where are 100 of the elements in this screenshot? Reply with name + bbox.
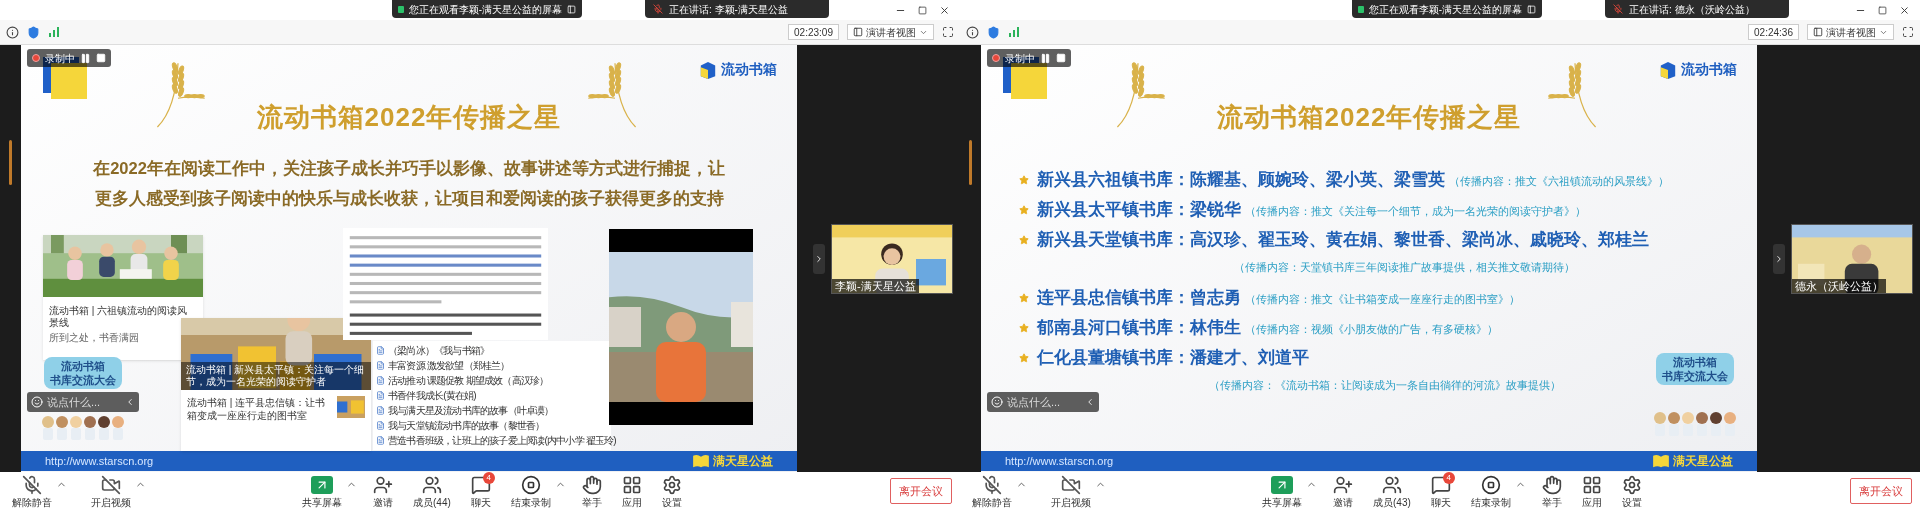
apps-icon — [1581, 474, 1602, 495]
add-person-icon — [1333, 474, 1353, 495]
article-link[interactable]: 书香伴我成长(黄在娟) — [388, 390, 476, 401]
expand-tab[interactable] — [813, 243, 825, 274]
chat-input[interactable]: 说点什么... — [987, 392, 1099, 412]
article-link[interactable]: 丰富资源 激发欲望（郑桂兰） — [388, 360, 510, 371]
panel-icon — [1813, 27, 1823, 37]
chat-input[interactable]: 说点什么... — [27, 392, 139, 412]
book-box-icon — [1659, 59, 1677, 80]
chevron-right-icon — [1774, 253, 1784, 264]
content-note: （传播内容：视频《小朋友做的广告，有多硬核》） — [1245, 322, 1498, 337]
toolbar-button[interactable]: 设置 — [1617, 474, 1646, 508]
pause-icon[interactable] — [80, 52, 91, 64]
toolbar-button[interactable]: 邀请 — [1329, 474, 1357, 508]
toolbar-button[interactable]: 结束录制 — [506, 474, 555, 508]
chat-placeholder: 说点什么... — [1007, 394, 1062, 410]
document-icon — [376, 361, 385, 370]
book-icon — [692, 454, 710, 468]
toolbar-button[interactable]: 成员(44) — [409, 474, 455, 508]
share-banner-text: 您正在观看李颖-满天星公益的屏幕 — [408, 2, 562, 17]
toolbar-button[interactable]: 邀请 — [369, 474, 397, 508]
toolbar-button[interactable]: 应用 — [617, 474, 646, 508]
view-button[interactable]: 演讲者视图 — [1807, 24, 1894, 40]
star-names: 高汉珍、翟玉玲、黄在娟、黎世香、梁尚冰、戚晓玲、郑桂兰 — [1190, 229, 1649, 251]
article-link[interactable]: 我与天堂镇流动书库的故事（黎世香） — [388, 420, 545, 431]
star-icon — [1019, 353, 1029, 363]
scroll-indicator — [9, 140, 12, 185]
hand-icon — [1541, 474, 1562, 495]
chevron-right-icon — [814, 253, 824, 264]
toolbar-button[interactable]: 举手 — [577, 474, 606, 508]
video-off-icon — [1061, 474, 1081, 495]
speaker-banner-text: 正在讲话: 德永（沃岭公益） — [1629, 2, 1755, 17]
toolbar-button[interactable]: 共享屏幕 — [1258, 474, 1306, 508]
collapse-icon[interactable] — [125, 397, 135, 407]
menu-icon[interactable] — [567, 4, 576, 14]
book-box-icon — [699, 59, 717, 80]
toolbar-button[interactable]: 解除静音 — [8, 474, 56, 508]
star-icon — [1019, 235, 1029, 245]
toolbar-button[interactable]: 应用 — [1577, 474, 1606, 508]
sticker-text: 流动书箱 — [1673, 355, 1717, 369]
shield-icon[interactable] — [987, 25, 1000, 39]
collapse-icon[interactable] — [1085, 397, 1095, 407]
stop-icon — [1480, 474, 1501, 495]
leave-meeting-button[interactable]: 离开会议 — [890, 478, 952, 504]
smile-icon — [31, 396, 43, 408]
toolbar-button[interactable]: 开启视频 — [87, 474, 135, 508]
info-icon[interactable] — [966, 25, 979, 39]
participant-name: 德永（沃岭公益） — [1792, 278, 1886, 293]
toolbar-button[interactable]: 聊天 4 — [466, 474, 495, 508]
star-names: 林伟生 — [1190, 317, 1241, 339]
settings-icon — [1621, 474, 1642, 495]
toolbar-button[interactable]: 共享屏幕 — [298, 474, 346, 508]
fullscreen-icon[interactable] — [1902, 26, 1914, 38]
content-note: （传播内容：推文《让书箱变成一座座行走的图书室》） — [1245, 292, 1520, 307]
intro-text: 更多人感受到孩子阅读中的快乐与成长收获，让项目和爱阅读的孩子获得更多的支持 — [94, 187, 724, 209]
restore-icon[interactable] — [1878, 5, 1887, 15]
star-icon — [1019, 323, 1029, 333]
info-icon[interactable] — [6, 25, 19, 39]
scroll-indicator — [969, 140, 972, 185]
article-link[interactable]: （梁尚冰）《我与书箱》 — [388, 345, 490, 356]
document-icon — [376, 436, 385, 445]
muted-microphone-icon — [1613, 4, 1623, 14]
footer-logo: 满天星公益 — [713, 453, 773, 470]
star-names: 潘建才、刘道平 — [1190, 347, 1309, 369]
video-off-icon — [101, 474, 121, 495]
menu-icon[interactable] — [1527, 4, 1536, 14]
article-link[interactable]: 我与满天星及流动书库的故事（叶卓谟） — [388, 405, 554, 416]
signal-icon[interactable] — [1008, 26, 1020, 38]
toolbar-button[interactable]: 解除静音 — [968, 474, 1016, 508]
article-link[interactable]: 营造书香班级，让班上的孩子爱上阅读(内中小学 翟玉玲) — [388, 435, 616, 446]
hand-icon — [581, 474, 602, 495]
leave-meeting-button[interactable]: 离开会议 — [1850, 478, 1912, 504]
toolbar-button[interactable]: 开启视频 — [1047, 474, 1095, 508]
meeting-timer: 02:23:09 — [788, 24, 839, 40]
signal-icon[interactable] — [48, 26, 60, 38]
toolbar-button[interactable]: 设置 — [657, 474, 686, 508]
article-link[interactable]: 活动推动 课题促教 期望成效（高汉珍） — [388, 375, 549, 386]
intro-text: 在2022年在阅读工作中，关注孩子成长并巧手以影像、故事讲述等方式进行捕捉，让 — [93, 157, 725, 179]
library-name: 郁南县河口镇书库： — [1037, 317, 1190, 339]
toolbar-button[interactable]: 举手 — [1537, 474, 1566, 508]
toolbar-button[interactable]: 聊天 4 — [1426, 474, 1455, 508]
toolbar-button[interactable]: 成员(43) — [1369, 474, 1415, 508]
close-icon[interactable] — [939, 4, 950, 16]
library-name: 新兴县天堂镇书库： — [1037, 229, 1190, 251]
shield-icon[interactable] — [27, 25, 40, 39]
stop-icon[interactable] — [1056, 53, 1066, 63]
close-icon[interactable] — [1899, 4, 1910, 16]
pause-icon[interactable] — [1040, 52, 1051, 64]
fullscreen-icon[interactable] — [942, 26, 954, 38]
expand-tab[interactable] — [1773, 243, 1785, 274]
star-icon — [1019, 175, 1029, 185]
toolbar-button[interactable]: 结束录制 — [1466, 474, 1515, 508]
card-title: 流动书箱 | 六祖镇流动的阅读风景线 — [48, 304, 189, 329]
stop-icon[interactable] — [96, 53, 106, 63]
sticker-text: 书库交流大会 — [50, 373, 116, 387]
view-button[interactable]: 演讲者视图 — [847, 24, 934, 40]
document-icon — [376, 391, 385, 400]
stop-icon — [520, 474, 541, 495]
restore-icon[interactable] — [918, 5, 927, 15]
recording-label: 录制中 — [1005, 51, 1035, 66]
